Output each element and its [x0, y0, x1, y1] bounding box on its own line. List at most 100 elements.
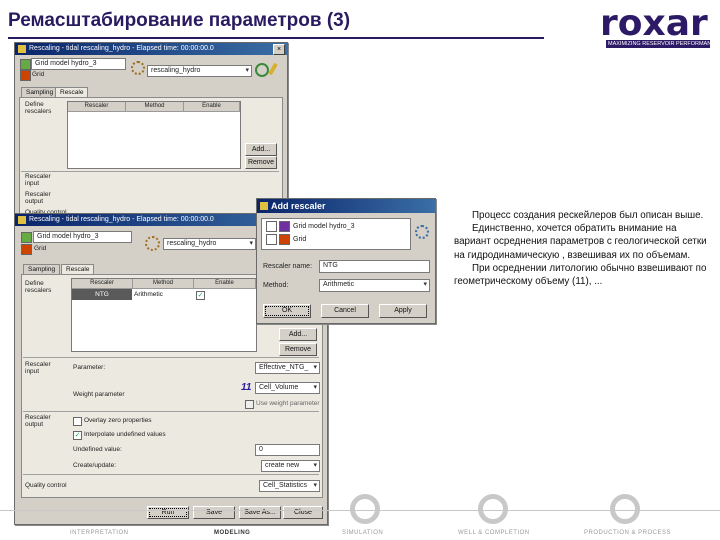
- footer-modeling: MODELING: [214, 530, 251, 536]
- undefined-value-input[interactable]: 0: [255, 444, 320, 456]
- tree-item-grid[interactable]: Grid: [32, 71, 44, 79]
- separator: [23, 411, 319, 412]
- paragraph-2: Единственно, хочется обратить внимание н…: [454, 223, 707, 261]
- remove-button[interactable]: Remove: [245, 156, 277, 169]
- separator: [23, 474, 319, 475]
- undefined-value-label: Undefined value:: [73, 446, 122, 453]
- grid-model-icon: [21, 232, 32, 243]
- cell-method[interactable]: Arithmetic: [134, 289, 163, 300]
- grid-model-color-icon: [279, 221, 290, 232]
- tree-item-grid[interactable]: Grid: [34, 245, 46, 253]
- app-icon: [18, 45, 26, 53]
- method-dropdown[interactable]: Arithmetic: [319, 279, 430, 292]
- cancel-button[interactable]: Cancel: [321, 304, 369, 318]
- output-label: output: [25, 421, 44, 428]
- refresh-icon[interactable]: [255, 63, 269, 77]
- description-text: Процесс создания рескейлеров был описан …: [454, 209, 708, 288]
- overlay-zero-label: Overlay zero properties: [84, 417, 152, 424]
- rescalers-label: rescalers: [25, 108, 52, 115]
- gear-icon[interactable]: [131, 61, 145, 75]
- paragraph-1: Процесс создания рескейлеров был описан …: [472, 210, 704, 221]
- quality-control-label: Quality control: [25, 482, 67, 489]
- footer-well-completion: WELL & COMPLETION: [458, 530, 530, 536]
- save-as-button[interactable]: Save As...: [239, 506, 281, 519]
- add-button[interactable]: Add...: [279, 328, 317, 341]
- col-method[interactable]: Method: [126, 102, 184, 112]
- production-ring-icon: [610, 494, 640, 524]
- rescaler-table: Rescaler Method Enable: [67, 101, 241, 169]
- rescaling-window-back: Rescaling - tidal rescaling_hydro - Elap…: [14, 42, 288, 222]
- title-divider: [8, 37, 544, 39]
- annotation-number: 11: [241, 382, 252, 393]
- gear-icon[interactable]: [415, 225, 429, 239]
- create-update-label: Create/update:: [73, 462, 117, 469]
- window-titlebar: Rescaling - tidal rescaling_hydro - Elap…: [15, 43, 287, 55]
- tree-item-grid-model[interactable]: Grid model hydro_3: [33, 231, 132, 243]
- close-icon[interactable]: ×: [273, 44, 285, 55]
- rescaler-table: Rescaler Method Enable NTG Arithmetic ✓: [71, 278, 257, 352]
- rescaler-set-dropdown[interactable]: rescaling_hydro: [163, 238, 256, 250]
- col-method[interactable]: Method: [133, 279, 194, 289]
- grid-icon-box: [266, 234, 277, 245]
- close-button[interactable]: Close: [283, 506, 323, 519]
- interpolate-undefined-checkbox[interactable]: ✓: [73, 431, 82, 440]
- run-button[interactable]: Run: [147, 506, 189, 519]
- method-label: Method:: [263, 282, 289, 289]
- separator: [21, 171, 279, 172]
- remove-button[interactable]: Remove: [279, 343, 317, 356]
- add-button[interactable]: Add...: [245, 143, 277, 156]
- create-update-dropdown[interactable]: create new: [261, 460, 320, 472]
- col-rescaler[interactable]: Rescaler: [72, 279, 133, 289]
- grid-icon: [21, 244, 32, 255]
- dialog-tree-item-grid[interactable]: Grid: [293, 236, 306, 244]
- dialog-tree-item-grid-model[interactable]: Grid model hydro_3: [293, 223, 354, 231]
- app-icon: [260, 202, 268, 210]
- dialog-title: Add rescaler: [271, 201, 326, 211]
- rescaler-set-dropdown[interactable]: rescaling_hydro: [147, 65, 252, 77]
- grid-model-icon: [20, 59, 31, 70]
- wand-icon[interactable]: [268, 62, 278, 76]
- well-completion-ring-icon: [478, 494, 508, 524]
- col-enable[interactable]: Enable: [194, 279, 256, 289]
- ok-button[interactable]: OK: [263, 304, 311, 318]
- table-row[interactable]: NTG Arithmetic ✓: [72, 289, 255, 300]
- rescalers-label: rescalers: [25, 287, 52, 294]
- apply-button[interactable]: Apply: [379, 304, 427, 318]
- rescaler-name-label: Rescaler name:: [263, 263, 313, 270]
- logo-tagline: MAXIMIZING RESERVOIR PERFORMANCE: [608, 41, 719, 47]
- use-weight-label: Use weight parameter: [256, 400, 320, 407]
- dialog-titlebar: Add rescaler: [257, 199, 435, 213]
- col-enable[interactable]: Enable: [184, 102, 240, 112]
- window-title: Rescaling - tidal rescaling_hydro - Elap…: [29, 216, 214, 223]
- parameter-dropdown[interactable]: Effective_NTG_: [255, 362, 320, 374]
- grid-color-icon: [279, 234, 290, 245]
- slide-title: Ремасштабирование параметров (3): [8, 10, 351, 31]
- simulation-ring-icon: [350, 494, 380, 524]
- interpolate-undefined-label: Interpolate undefined values: [84, 431, 166, 438]
- paragraph-3: При осреднении литологию обычно взвешива…: [454, 262, 707, 288]
- rescaler-name-input[interactable]: NTG: [319, 260, 430, 273]
- weight-parameter-label: Weight parameter: [73, 391, 125, 398]
- save-button[interactable]: Save: [193, 506, 235, 519]
- quality-control-dropdown[interactable]: Cell_Statistics: [259, 480, 320, 492]
- grid-model-icon: [266, 221, 277, 232]
- footer-simulation: SIMULATION: [342, 530, 384, 536]
- output-label: output: [25, 198, 44, 205]
- use-weight-checkbox[interactable]: [245, 400, 254, 409]
- weight-parameter-dropdown[interactable]: Cell_Volume: [255, 382, 320, 394]
- grid-icon: [20, 70, 31, 81]
- overlay-zero-checkbox[interactable]: [73, 417, 82, 426]
- window-title: Rescaling - tidal rescaling_hydro - Elap…: [29, 45, 214, 52]
- cell-enable-checkbox[interactable]: ✓: [196, 291, 205, 300]
- separator: [23, 357, 319, 358]
- footer-interpretation: INTERPRETATION: [70, 530, 129, 536]
- gear-icon[interactable]: [145, 236, 160, 251]
- footer-production-process: PRODUCTION & PROCESS: [584, 530, 672, 536]
- tree-item-grid-model[interactable]: Grid model hydro_3: [31, 58, 126, 70]
- input-label: input: [25, 368, 40, 375]
- col-rescaler[interactable]: Rescaler: [68, 102, 126, 112]
- cell-rescaler[interactable]: NTG: [72, 289, 132, 300]
- input-label: input: [25, 180, 40, 187]
- add-rescaler-dialog: Add rescaler Grid model hydro_3 Grid Res…: [256, 198, 436, 324]
- roxar-logo: roxar: [600, 3, 708, 44]
